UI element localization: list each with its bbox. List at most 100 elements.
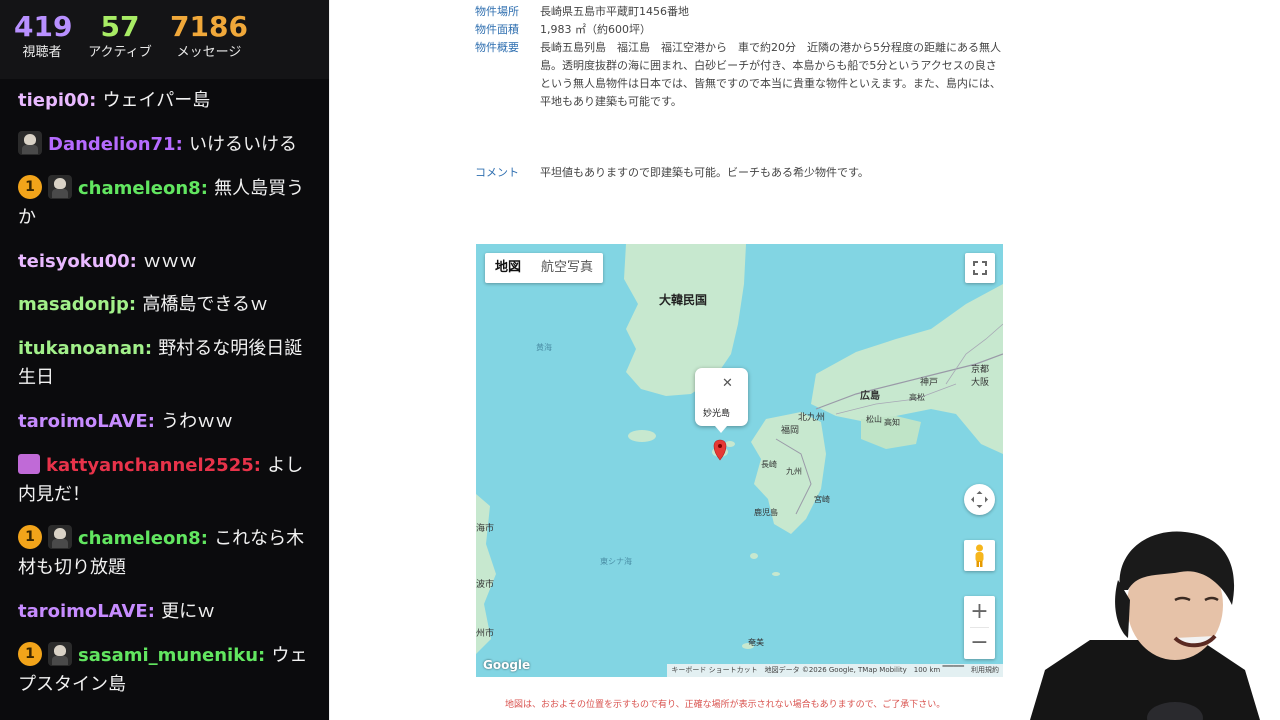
chat-message: taroimoLAVE: うわｗｗ <box>18 411 234 432</box>
pan-arrows-icon <box>971 491 988 508</box>
map-label-kochi: 高知 <box>884 418 900 427</box>
chat-message: Dandelion71: いけるいける <box>18 130 310 159</box>
property-area-value: 1,983 ㎡（約600坪） <box>540 23 651 36</box>
map-label-kyoto: 京都 <box>971 365 990 375</box>
fullscreen-button[interactable] <box>965 253 995 283</box>
screen: 419 視聴者 57 アクティブ 7186 メッセージ tiepi00: ウェイ… <box>0 0 1280 720</box>
chat-username: tiepi00 <box>18 90 90 111</box>
map-label-matsuyama: 松山 <box>866 415 882 424</box>
chat-message: itukanoanan: 野村るな明後日誕生日 <box>18 338 303 388</box>
messages-label: メッセージ <box>176 45 242 60</box>
chat-text: ウェイパー島 <box>102 90 211 111</box>
map-label-takamatsu: 高松 <box>909 393 925 402</box>
chat-username: masadonjp <box>18 294 129 315</box>
streamer-webcam <box>1010 520 1280 720</box>
map-label-kagoshima: 鹿児島 <box>754 508 778 517</box>
google-map[interactable]: 地図 航空写真 + − ✕ 妙光島 大韓民国 広島 神戸 大阪 京都 北九州 福… <box>476 244 1003 677</box>
chat-text: うわｗｗ <box>161 411 234 432</box>
avatar-badge-icon <box>48 175 72 199</box>
map-label-nagasaki: 長崎 <box>761 460 777 469</box>
property-comment-row: コメント 平坦値もありますので即建築も可能。ビーチもある希少物件です。 <box>475 164 1005 182</box>
streamer-photo <box>1030 531 1260 720</box>
map-label-yellow-sea: 黄海 <box>536 343 552 352</box>
camera-control-button[interactable] <box>964 484 995 515</box>
chat-username: itukanoanan <box>18 338 145 359</box>
divider <box>329 0 330 720</box>
map-type-switcher: 地図 航空写真 <box>485 253 604 283</box>
property-location-value: 長崎県五島市平蔵町1456番地 <box>540 5 689 18</box>
property-comment-value: 平坦値もありますので即建築も可能。ビーチもある希少物件です。 <box>540 166 869 179</box>
map-label-edge1: 海市 <box>476 524 495 534</box>
chat-stats-bar: 419 視聴者 57 アクティブ 7186 メッセージ <box>0 0 329 79</box>
property-area-key: 物件面積 <box>475 23 519 36</box>
street-view-button[interactable] <box>964 540 995 571</box>
chat-message: 1 chameleon8: 無人島買うか <box>18 174 310 232</box>
map-label-kobe: 神戸 <box>920 378 939 388</box>
map-label-miyazaki: 宮崎 <box>814 495 830 504</box>
close-icon[interactable]: ✕ <box>722 376 733 391</box>
avatar-badge-icon <box>48 642 72 666</box>
viewers-label: 視聴者 <box>22 45 62 60</box>
avatar-badge-icon <box>48 525 72 549</box>
property-overview-row: 物件概要 長崎五島列島 福江島 福江空港から 車で約20分 近隣の港から5分程度… <box>475 39 1005 114</box>
map-label-east-china-sea: 東シナ海 <box>600 557 632 566</box>
map-label-kyushu: 九州 <box>786 467 802 476</box>
map-attribution[interactable]: キーボード ショートカット 地図データ ©2026 Google, TMap M… <box>667 664 1003 677</box>
zoom-in-button[interactable]: + <box>964 596 995 627</box>
gift-badge-icon <box>18 454 40 474</box>
chat-message: 1 chameleon8: これなら木材も切り放題 <box>18 524 310 582</box>
map-label-fukuoka: 福岡 <box>781 426 800 436</box>
zoom-out-button[interactable]: − <box>964 628 995 659</box>
tab-map[interactable]: 地図 <box>485 253 531 283</box>
map-label-korea: 大韓民国 <box>659 293 708 307</box>
fullscreen-icon <box>973 261 987 275</box>
map-label-hiroshima: 広島 <box>860 391 880 402</box>
chat-message: 1 sasami_muneniku: ウェプスタイン島 <box>18 641 310 699</box>
property-comment-key: コメント <box>475 166 519 179</box>
messages-count: 7186 <box>170 10 248 43</box>
chat-text: ｗｗｗ <box>143 251 198 272</box>
chat-text: いけるいける <box>189 134 298 155</box>
chat-message: tiepi00: ウェイパー島 <box>18 90 211 111</box>
active-count: 57 <box>100 10 140 43</box>
viewers-count: 419 <box>14 10 73 43</box>
map-label-kitakyushu: 北九州 <box>798 413 826 423</box>
tab-satellite[interactable]: 航空写真 <box>531 253 603 283</box>
chat-username: taroimoLAVE <box>18 601 148 622</box>
viewers-stat: 419 視聴者 <box>14 10 73 62</box>
avatar-badge-icon <box>18 131 42 155</box>
live-chat-panel: 419 視聴者 57 アクティブ 7186 メッセージ tiepi00: ウェイ… <box>0 0 329 720</box>
map-label-osaka: 大阪 <box>971 378 990 388</box>
chat-message: masadonjp: 高橋島できるｗ <box>18 294 268 315</box>
map-label-edge3: 州市 <box>476 629 495 639</box>
chat-username: chameleon8 <box>78 178 201 199</box>
zoom-control: + − <box>964 596 995 659</box>
map-disclaimer: 地図は、おおよその位置を示すもので有り、正確な場所が表示されない場合もありますの… <box>505 700 946 710</box>
chat-username: taroimoLAVE <box>18 411 148 432</box>
chat-username: chameleon8 <box>78 528 201 549</box>
google-logo: Google <box>483 658 531 672</box>
chat-text: 更にｗ <box>161 601 216 622</box>
map-label-edge2: 波市 <box>476 580 495 590</box>
property-overview-value: 長崎五島列島 福江島 福江空港から 車で約20分 近隣の港から5分程度の距離にあ… <box>540 41 1001 108</box>
chat-message: teisyoku00: ｗｗｗ <box>18 251 198 272</box>
map-label-amami: 奄美 <box>748 638 764 647</box>
marker-info-window: ✕ 妙光島 <box>695 368 748 433</box>
pegman-icon <box>975 544 984 567</box>
messages-stat: 7186 メッセージ <box>170 10 248 62</box>
chat-username: kattyanchannel2525 <box>46 455 254 476</box>
property-overview-key: 物件概要 <box>475 41 519 54</box>
chat-message: taroimoLAVE: 更にｗ <box>18 601 216 622</box>
chat-message: kattyanchannel2525: よし内見だ！ <box>18 454 304 505</box>
property-location-row: 物件場所 長崎県五島市平蔵町1456番地 <box>475 3 1005 21</box>
chat-text: 高橋島できるｗ <box>142 294 268 315</box>
property-area-row: 物件面積 1,983 ㎡（約600坪） <box>475 21 1005 39</box>
chat-username: Dandelion71 <box>48 134 176 155</box>
tier-one-badge-icon: 1 <box>18 175 42 199</box>
property-location-key: 物件場所 <box>475 5 519 18</box>
active-stat: 57 アクティブ <box>88 10 152 62</box>
tier-one-badge-icon: 1 <box>18 525 42 549</box>
chat-username: teisyoku00 <box>18 251 130 272</box>
chat-username: sasami_muneniku <box>78 645 259 666</box>
marker-popup-label: 妙光島 <box>703 409 731 419</box>
